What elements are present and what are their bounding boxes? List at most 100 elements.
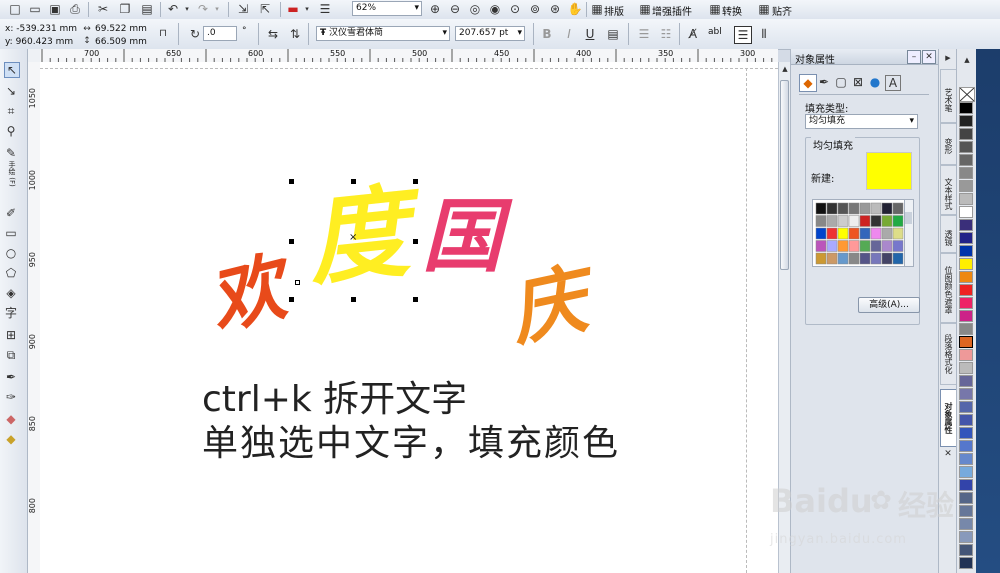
selection-handle-sw[interactable] <box>289 297 294 302</box>
palette-swatch[interactable] <box>815 202 827 215</box>
height-field[interactable]: 66.509 mm <box>95 37 147 47</box>
palette-color-swatch[interactable] <box>959 388 973 400</box>
zoom-in-icon[interactable]: ⊕ <box>428 2 442 16</box>
width-field[interactable]: 69.522 mm <box>95 24 147 34</box>
zoom-all-icon[interactable]: ◉ <box>488 2 502 16</box>
font-size-select[interactable]: 207.657 pt ▾ <box>455 26 525 41</box>
palette-swatches[interactable] <box>813 200 905 266</box>
internet-tab-icon[interactable]: ● <box>868 75 882 89</box>
palette-swatch[interactable] <box>870 215 882 227</box>
font-family-select[interactable]: Ŧ 汉仪雪君体简 ▾ <box>316 26 450 41</box>
drop-cap-icon[interactable]: ☷ <box>659 27 673 41</box>
docker-close-icon[interactable]: ✕ <box>941 447 955 461</box>
publish-dropdown-icon[interactable]: ▾ <box>300 2 314 16</box>
bullet-list-icon[interactable]: ☰ <box>637 27 651 41</box>
palette-color-swatch[interactable] <box>959 167 973 179</box>
bitmap-tab-icon[interactable]: ⊠ <box>851 75 865 89</box>
selection-handle-w[interactable] <box>289 239 294 244</box>
advanced-button[interactable]: 高级(A)... <box>858 297 920 313</box>
pick-tool-icon[interactable]: ↖ <box>4 62 20 78</box>
ellipse-tool-icon[interactable]: ○ <box>4 246 18 260</box>
zoom-out-icon[interactable]: ⊖ <box>448 2 462 16</box>
text-tool-icon[interactable]: 字 <box>4 306 18 320</box>
palette-scrollbar[interactable] <box>904 199 914 267</box>
palette-color-swatch[interactable] <box>959 193 973 205</box>
palette-color-swatch[interactable] <box>959 362 973 374</box>
palette-swatch[interactable] <box>859 252 871 265</box>
paste-icon[interactable]: ▤ <box>140 2 154 16</box>
palette-swatch[interactable] <box>892 240 904 252</box>
import-icon[interactable]: ⇲ <box>236 2 250 16</box>
character-du[interactable]: 度 <box>302 172 414 300</box>
palette-swatch[interactable] <box>848 240 860 252</box>
outline-tab-icon[interactable]: ✒ <box>817 75 831 89</box>
palette-swatch[interactable] <box>892 202 904 215</box>
transparency-tab-icon[interactable]: ▢ <box>834 75 848 89</box>
palette-color-swatch[interactable] <box>959 206 973 218</box>
selection-handle-ne[interactable] <box>413 179 418 184</box>
zoom-level-select[interactable]: 62% ▾ <box>352 1 422 16</box>
palette-swatch[interactable] <box>881 215 893 227</box>
palette-swatch[interactable] <box>815 215 827 227</box>
scroll-thumb[interactable] <box>780 80 789 270</box>
fill-tab-icon[interactable]: ◆ <box>799 74 817 92</box>
palette-swatch[interactable] <box>826 202 838 215</box>
palette-scroll-thumb[interactable] <box>905 212 912 224</box>
selection-handle-e[interactable] <box>413 239 418 244</box>
redo-dropdown-icon[interactable]: ▾ <box>210 2 224 16</box>
palette-swatch[interactable] <box>892 227 904 240</box>
arrange-icon[interactable]: ▦ <box>590 2 604 16</box>
convert-icon[interactable]: ▦ <box>708 2 722 16</box>
palette-swatch[interactable] <box>859 215 871 227</box>
selection-handle-se[interactable] <box>413 297 418 302</box>
palette-swatch[interactable] <box>892 215 904 227</box>
snap-button[interactable]: 贴齐 <box>772 3 792 18</box>
palette-swatch[interactable] <box>826 227 838 240</box>
palette-swatch[interactable] <box>870 202 882 215</box>
snap-icon[interactable]: ▦ <box>757 2 771 16</box>
horizontal-text-icon[interactable]: ☰ <box>734 26 752 44</box>
undo-dropdown-icon[interactable]: ▾ <box>180 2 194 16</box>
table-tool-icon[interactable]: ⊞ <box>4 328 18 342</box>
freehand-tool-icon[interactable]: ✎ <box>4 146 18 160</box>
palette-swatch[interactable] <box>837 215 849 227</box>
docker-tab-object-properties[interactable]: 对象属性 <box>940 389 957 447</box>
shape-tool-icon[interactable]: ↘ <box>4 84 18 98</box>
zoom-tool-icon[interactable]: ⚲ <box>4 124 18 138</box>
palette-swatch[interactable] <box>848 215 860 227</box>
docker-tab-bitmap-mask[interactable]: 位图颜色遮罩 <box>940 253 957 323</box>
docker-scroll-right-icon[interactable]: ▶ <box>941 51 955 65</box>
color-palette-grid[interactable] <box>812 199 906 267</box>
y-position-field[interactable]: y: 960.423 mm <box>5 37 73 47</box>
palette-color-swatch[interactable] <box>959 271 973 283</box>
palette-color-swatch[interactable] <box>959 414 973 426</box>
palette-swatch[interactable] <box>815 252 827 265</box>
palette-swatch[interactable] <box>870 227 882 240</box>
palette-color-swatch[interactable] <box>959 219 973 231</box>
palette-color-swatch[interactable] <box>959 427 973 439</box>
character-qing[interactable]: 庆 <box>501 254 594 357</box>
palette-swatch[interactable] <box>881 227 893 240</box>
basic-shapes-icon[interactable]: ◈ <box>4 286 18 300</box>
palette-color-swatch[interactable] <box>959 401 973 413</box>
no-color-swatch[interactable] <box>959 87 975 102</box>
palette-swatch[interactable] <box>837 252 849 265</box>
fill-tool-icon[interactable]: ◆ <box>4 412 18 426</box>
palette-color-swatch[interactable] <box>959 440 973 452</box>
selection-handle-nw[interactable] <box>289 179 294 184</box>
mirror-vertical-icon[interactable]: ⇅ <box>288 27 302 41</box>
palette-color-swatch[interactable] <box>959 232 973 244</box>
mirror-horizontal-icon[interactable]: ⇆ <box>266 27 280 41</box>
convert-button[interactable]: 转换 <box>722 3 742 18</box>
character-tab-icon[interactable]: A <box>885 75 901 91</box>
text-properties-icon[interactable]: A̸ <box>686 27 700 41</box>
zoom-page-icon[interactable]: ⊙ <box>508 2 522 16</box>
vertical-text-icon[interactable]: ⦀ <box>757 27 771 41</box>
palette-swatch[interactable] <box>837 240 849 252</box>
palette-swatch[interactable] <box>870 252 882 265</box>
text-align-icon[interactable]: ▤ <box>606 27 620 41</box>
palette-color-swatch[interactable] <box>959 102 973 114</box>
palette-color-swatch[interactable] <box>959 258 973 270</box>
export-icon[interactable]: ⇱ <box>258 2 272 16</box>
palette-swatch[interactable] <box>826 252 838 265</box>
